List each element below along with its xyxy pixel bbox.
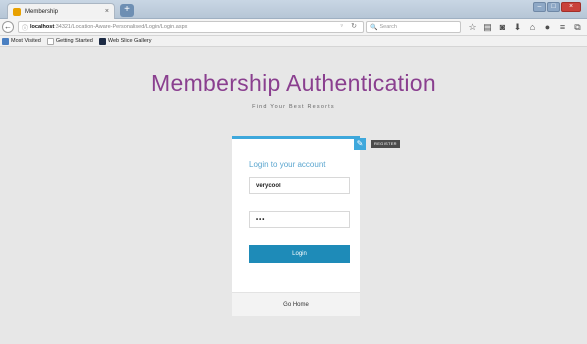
close-window-button[interactable]: × <box>561 2 581 12</box>
new-tab-button[interactable]: + <box>120 4 134 17</box>
home-icon[interactable]: ⌂ <box>526 21 539 33</box>
site-info-icon[interactable]: ⓘ <box>22 23 28 32</box>
register-toggle-pencil-icon[interactable]: ✎ <box>354 138 366 150</box>
url-dropdown-icon[interactable]: ▿ <box>340 23 343 29</box>
star-bookmark-icon[interactable]: ☆ <box>466 21 479 33</box>
tab-close-icon[interactable]: × <box>105 8 109 15</box>
page-subtitle: Find Your Best Resorts <box>252 104 335 110</box>
bookmark-label: Getting Started <box>55 38 93 44</box>
sidebar-icon[interactable]: ⧉ <box>571 21 584 33</box>
login-heading: Login to your account <box>249 160 326 169</box>
bookmarks-bar: Most Visited Getting Started Web Slice G… <box>0 36 587 47</box>
reload-icon[interactable]: ↻ <box>351 22 357 30</box>
slice-icon <box>98 37 106 45</box>
username-field[interactable] <box>249 177 350 194</box>
star-icon <box>2 37 9 45</box>
minimize-button[interactable]: – <box>533 2 546 12</box>
go-home-link[interactable]: Go Home <box>232 302 360 308</box>
chat-icon[interactable]: ● <box>541 21 554 33</box>
search-icon: 🔍 <box>370 24 378 31</box>
bookmark-web-slice-gallery[interactable]: Web Slice Gallery <box>98 37 152 45</box>
tab-title: Membership <box>25 8 59 15</box>
login-card: Login to your account Login Go Home <box>232 136 360 316</box>
url-bar[interactable]: ⓘ localhost :34321/Location-Aware-Person… <box>18 21 364 33</box>
url-host: localhost <box>30 24 55 30</box>
back-button[interactable]: ← <box>2 21 14 33</box>
search-bar[interactable]: 🔍 Search <box>366 21 461 33</box>
navigation-bar: ← ⓘ localhost :34321/Location-Aware-Pers… <box>0 19 587 36</box>
login-card-body: Login to your account Login <box>232 139 360 292</box>
url-path: :34321/Location-Aware-Personalised/Login… <box>54 24 188 30</box>
register-tooltip: REGISTER <box>371 140 400 148</box>
bookmark-most-visited[interactable]: Most Visited <box>2 37 41 45</box>
tab-strip: Membership × + – □ × <box>0 0 587 19</box>
favicon-icon <box>13 7 21 16</box>
menu-icon[interactable]: ≡ <box>556 21 569 33</box>
download-icon[interactable]: ⬇ <box>511 21 524 33</box>
browser-tab[interactable]: Membership × <box>7 3 115 19</box>
maximize-button[interactable]: □ <box>547 2 560 12</box>
login-card-footer: Go Home <box>232 292 360 316</box>
toolbar-icons: ☆ ▤ ◙ ⬇ ⌂ ● ≡ ⧉ <box>466 21 586 33</box>
password-field[interactable] <box>249 211 350 228</box>
bookmark-label: Web Slice Gallery <box>107 38 152 44</box>
reading-list-icon[interactable]: ▤ <box>481 21 494 33</box>
page-icon <box>46 37 54 45</box>
window-controls: – □ × <box>532 2 581 12</box>
bookmark-label: Most Visited <box>11 38 41 44</box>
search-placeholder: Search <box>379 24 397 30</box>
page-title: Membership Authentication <box>151 70 436 96</box>
pocket-icon[interactable]: ◙ <box>496 21 509 33</box>
login-button[interactable]: Login <box>249 245 350 263</box>
bookmark-getting-started[interactable]: Getting Started <box>46 37 93 45</box>
